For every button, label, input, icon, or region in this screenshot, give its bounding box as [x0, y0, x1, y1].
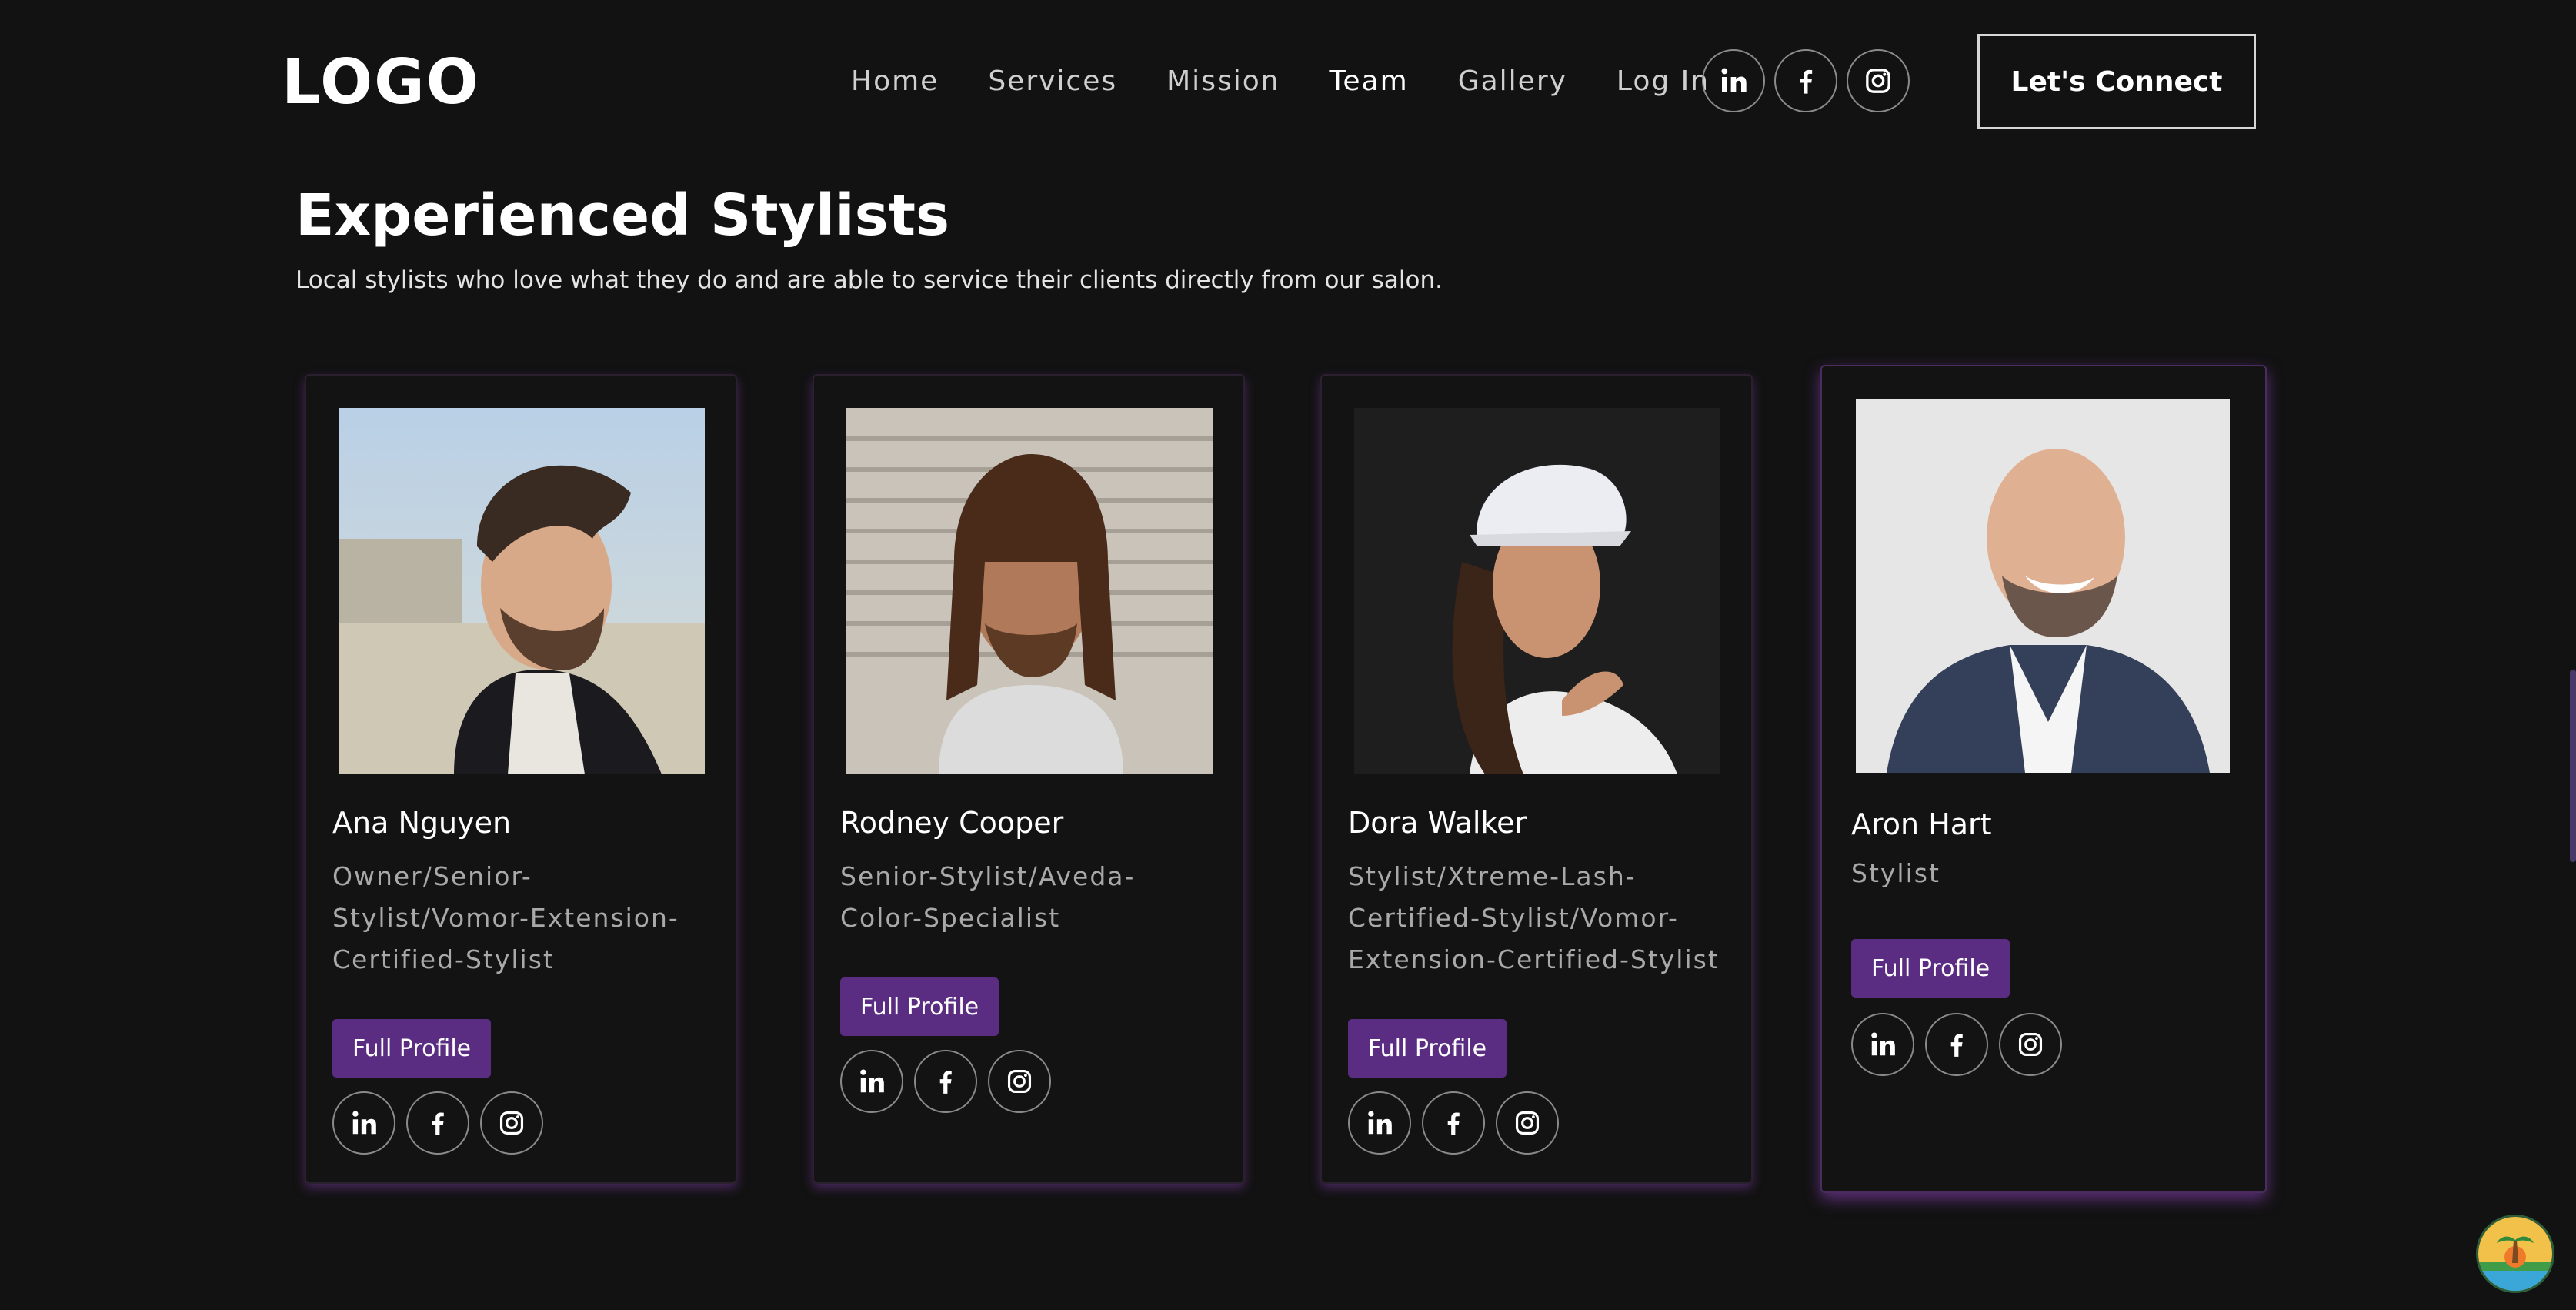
page: LOGO Home Services Mission Team Gallery …	[0, 0, 2576, 1310]
stylist-role: Stylist/Xtreme-Lash-Certified-Stylist/Vo…	[1348, 861, 1720, 974]
instagram-icon[interactable]	[480, 1091, 543, 1155]
full-profile-button[interactable]: Full Profile	[840, 977, 999, 1036]
instagram-icon[interactable]	[1496, 1091, 1559, 1155]
stylist-social-links	[332, 1091, 543, 1155]
stylist-card: Ana Nguyen Owner/Senior-Stylist/Vomor-Ex…	[305, 374, 737, 1184]
section-title: Experienced Stylists	[295, 182, 950, 249]
facebook-icon[interactable]	[1925, 1013, 1988, 1076]
stylist-photo	[1354, 408, 1720, 774]
nav-gallery[interactable]: Gallery	[1458, 60, 1567, 103]
stylist-name: Rodney Cooper	[840, 806, 1064, 840]
header-social-links	[1702, 49, 1910, 112]
nav-mission[interactable]: Mission	[1166, 60, 1280, 103]
stylist-social-links	[1851, 1013, 2062, 1076]
facebook-icon[interactable]	[1422, 1091, 1485, 1155]
stylist-social-links	[840, 1050, 1051, 1113]
stylist-photo	[339, 408, 705, 774]
stylist-social-links	[1348, 1091, 1559, 1155]
stylist-card: Aron Hart Stylist Full Profile	[1820, 365, 2267, 1193]
stylist-name: Dora Walker	[1348, 806, 1527, 840]
stylist-role: Stylist	[1851, 858, 1940, 888]
linkedin-icon[interactable]	[1851, 1013, 1914, 1076]
nav-log-in[interactable]: Log In	[1617, 60, 1710, 103]
nav-team[interactable]: Team	[1330, 60, 1409, 103]
linkedin-icon[interactable]	[840, 1050, 903, 1113]
logo[interactable]: LOGO	[282, 48, 480, 117]
full-profile-button[interactable]: Full Profile	[332, 1019, 492, 1078]
stylist-name: Ana Nguyen	[332, 806, 512, 840]
stylist-photo	[846, 408, 1213, 774]
facebook-icon[interactable]	[406, 1091, 469, 1155]
stylist-card: Rodney Cooper Senior-Stylist/Aveda-Color…	[813, 374, 1245, 1184]
stylist-card: Dora Walker Stylist/Xtreme-Lash-Certifie…	[1320, 374, 1753, 1184]
linkedin-icon[interactable]	[1702, 49, 1765, 112]
full-profile-button[interactable]: Full Profile	[1348, 1019, 1507, 1078]
nav-home[interactable]: Home	[851, 60, 939, 103]
nav-services[interactable]: Services	[988, 60, 1117, 103]
stylist-role: Owner/Senior-Stylist/Vomor-Extension-Cer…	[332, 861, 679, 974]
scrollbar-thumb[interactable]	[2570, 670, 2576, 862]
main-nav: Home Services Mission Team Gallery Log I…	[851, 60, 1710, 103]
linkedin-icon[interactable]	[1348, 1091, 1411, 1155]
instagram-icon[interactable]	[988, 1050, 1051, 1113]
facebook-icon[interactable]	[1774, 49, 1837, 112]
full-profile-button[interactable]: Full Profile	[1851, 939, 2010, 998]
stylist-photo	[1856, 399, 2230, 773]
stylist-name: Aron Hart	[1851, 807, 1992, 841]
facebook-icon[interactable]	[914, 1050, 977, 1113]
section-subtitle: Local stylists who love what they do and…	[295, 266, 1443, 294]
stylist-role: Senior-Stylist/Aveda-Color-Specialist	[840, 861, 1136, 933]
linkedin-icon[interactable]	[332, 1091, 395, 1155]
instagram-icon[interactable]	[1847, 49, 1910, 112]
lets-connect-button[interactable]: Let's Connect	[1977, 34, 2256, 129]
instagram-icon[interactable]	[1999, 1013, 2062, 1076]
chat-widget-icon[interactable]	[2476, 1215, 2554, 1293]
